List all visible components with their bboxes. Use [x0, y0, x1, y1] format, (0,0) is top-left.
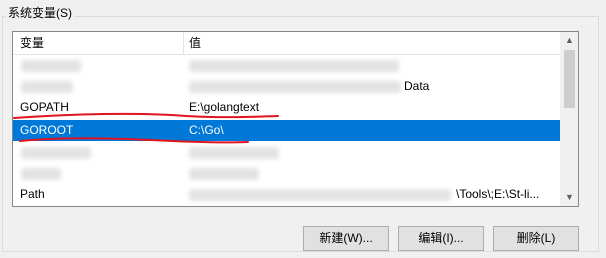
- row-name: GOROOT: [20, 123, 74, 137]
- column-header-value[interactable]: 值: [189, 36, 201, 50]
- row-value: Data: [404, 79, 430, 93]
- scrollbar-thumb[interactable]: [564, 50, 575, 108]
- row-name: GOPATH: [20, 100, 69, 114]
- column-header-variable[interactable]: 变量: [20, 36, 44, 50]
- blurred-text: [189, 147, 279, 159]
- table-row-path[interactable]: Path \Tools\;E:\St-li...: [13, 184, 560, 205]
- blurred-text: [21, 81, 73, 93]
- table-row[interactable]: [13, 55, 560, 76]
- blurred-text: [21, 60, 81, 72]
- table-row[interactable]: Data: [13, 76, 560, 97]
- scroll-up-icon[interactable]: ▲: [561, 32, 578, 49]
- scroll-down-icon[interactable]: ▼: [561, 189, 578, 206]
- table-row[interactable]: [13, 142, 560, 163]
- table-row[interactable]: [13, 163, 560, 184]
- new-button[interactable]: 新建(W)...: [303, 226, 389, 251]
- list-header: 变量 值: [13, 32, 560, 55]
- row-value: E:\golangtext: [189, 100, 260, 114]
- row-name: Path: [20, 187, 45, 201]
- vertical-scrollbar[interactable]: ▲ ▼: [560, 32, 578, 206]
- system-variables-list[interactable]: 变量 值 Data GOPATH E:\golangtext GOROOT C:…: [12, 31, 579, 207]
- blurred-text: [189, 81, 401, 93]
- edit-button[interactable]: 编辑(I)...: [398, 226, 484, 251]
- column-divider[interactable]: [183, 32, 184, 54]
- blurred-text: [21, 168, 61, 180]
- row-value: C:\Go\: [189, 123, 224, 137]
- system-variables-title: 系统变量(S): [6, 6, 74, 20]
- table-row-goroot-selected[interactable]: GOROOT C:\Go\: [13, 120, 560, 141]
- blurred-text: [189, 189, 451, 201]
- blurred-text: [189, 60, 399, 72]
- blurred-text: [21, 147, 91, 159]
- table-row-gopath[interactable]: GOPATH E:\golangtext: [13, 97, 560, 118]
- row-value: \Tools\;E:\St-li...: [456, 187, 540, 201]
- blurred-text: [189, 168, 259, 180]
- delete-button[interactable]: 删除(L): [493, 226, 579, 251]
